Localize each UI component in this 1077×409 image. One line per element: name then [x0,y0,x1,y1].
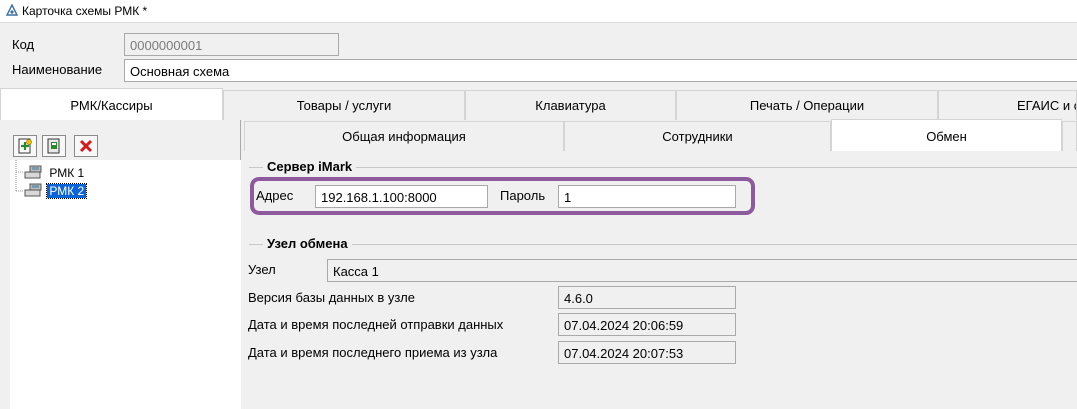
name-label: Наименование [12,62,103,77]
tab-label: Обмен [926,128,967,144]
tab-label: Печать / Операции [749,98,865,113]
tab-goods-services[interactable]: Товары / услуги [223,90,465,120]
add-button[interactable] [13,135,37,157]
tab-print-operations[interactable]: Печать / Операции [676,90,938,120]
add-document-icon [18,138,32,154]
tree-item-rmk1[interactable]: РМК 1 [24,165,86,181]
cash-register-icon [24,165,42,179]
tab-label: Общая информация [342,129,466,144]
subtab-exchange[interactable]: Обмен [831,119,1062,152]
tab-label: Клавиатура [535,98,606,113]
app-icon [5,4,19,16]
code-field[interactable]: 0000000001 [124,33,339,56]
tab-label: Сотрудники [662,129,733,144]
title-bar: Карточка схемы РМК * [0,0,1077,23]
db-version-label: Версия базы данных в узле [248,290,415,305]
tab-keyboard[interactable]: Клавиатура [465,90,676,120]
tab-label: РМК/Кассиры [70,97,153,113]
tree-item-rmk2[interactable]: РМК 2 [24,183,88,199]
subtab-general-info[interactable]: Общая информация [244,121,564,151]
subtab-overflow[interactable] [1062,121,1077,151]
tab-label: Товары / услуги [296,98,392,113]
window-title: Карточка схемы РМК * [22,4,148,18]
node-label: Узел [248,262,276,277]
copy-document-icon [47,138,60,154]
db-version-field: 4.6.0 [558,286,736,309]
cashier-tree: РМК 1 РМК 2 [10,160,241,409]
cash-register-icon [24,183,42,197]
exchange-group-line [249,244,1077,245]
last-receive-field: 07.04.2024 20:07:53 [558,341,736,364]
last-send-label: Дата и время последней отправки данных [248,317,504,332]
highlight-annotation [250,177,755,215]
subtab-employees[interactable]: Сотрудники [564,121,831,151]
tree-item-label: РМК 2 [46,183,88,199]
exchange-group-title: Узел обмена [263,236,352,251]
tab-egais[interactable]: ЕГАИС и скри [938,90,1077,120]
tab-rmk-cashiers[interactable]: РМК/Кассиры [0,88,223,121]
last-send-field: 07.04.2024 20:06:59 [558,313,736,336]
name-field[interactable]: Основная схема [124,59,1077,82]
imark-group-line [249,167,1077,168]
node-select[interactable]: Касса 1 [327,259,1077,282]
copy-button[interactable] [42,135,66,157]
code-label: Код [12,37,35,52]
tab-label: ЕГАИС и скри [1017,98,1076,113]
last-receive-label: Дата и время последнего приема из узла [248,345,498,360]
delete-button[interactable] [74,135,98,157]
tree-item-label: РМК 1 [49,166,85,180]
imark-group-title: Сервер iMark [263,159,357,174]
delete-icon [79,139,93,153]
